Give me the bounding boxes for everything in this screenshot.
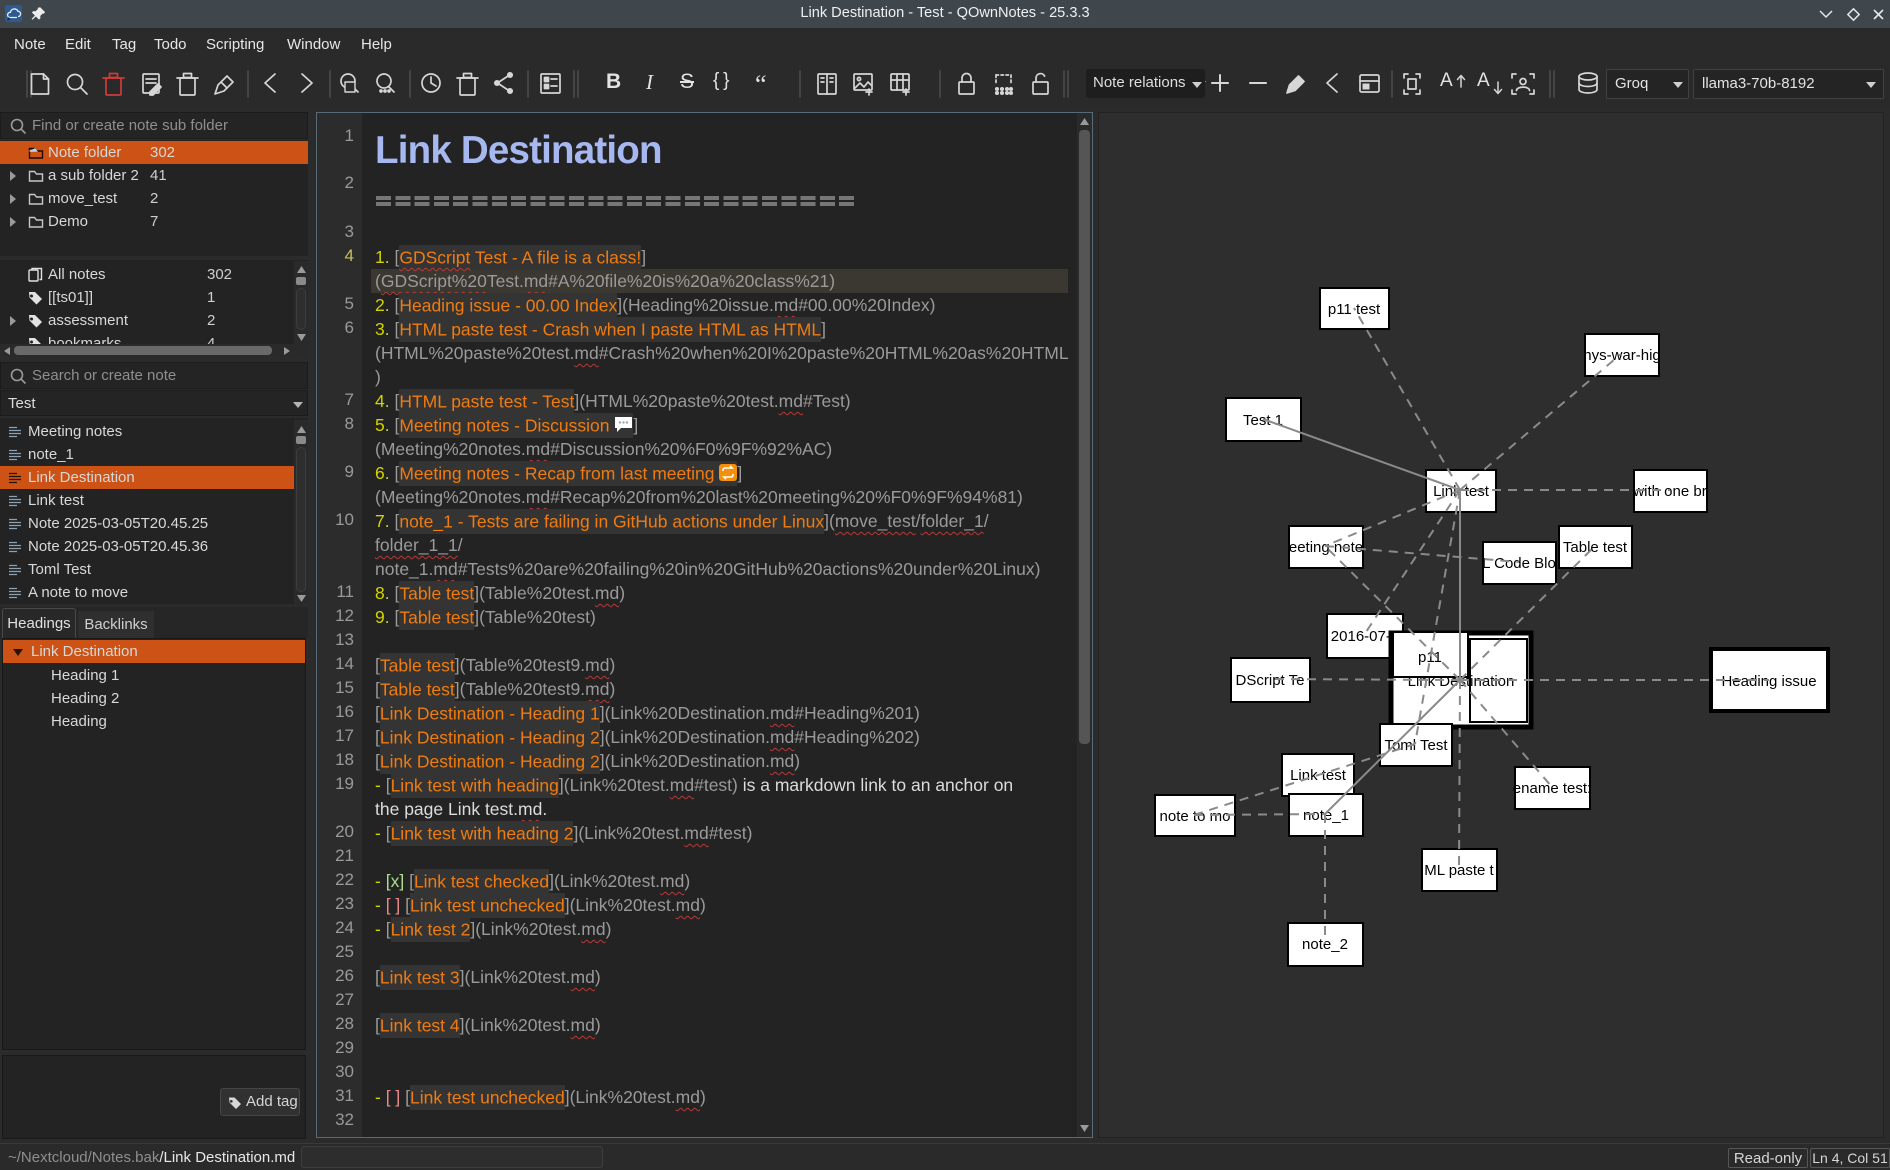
svg-text:L Code Blo: L Code Blo — [1482, 555, 1556, 572]
svg-text:eeting note: eeting note — [1289, 539, 1363, 556]
svg-text:with one br: with one br — [1632, 483, 1706, 500]
svg-text:note_2: note_2 — [1302, 936, 1348, 953]
svg-text:note to mo: note to mo — [1160, 808, 1231, 825]
svg-text:DScript Te: DScript Te — [1236, 672, 1305, 689]
svg-text:ename test:: ename test: — [1513, 780, 1591, 797]
svg-text:Test 1: Test 1 — [1243, 412, 1283, 429]
svg-text:hys-war-hig: hys-war-hig — [1583, 347, 1661, 364]
svg-text:2016-07-0: 2016-07-0 — [1331, 628, 1399, 645]
svg-text:Heading issue: Heading issue — [1721, 673, 1816, 690]
svg-text:Table test: Table test — [1563, 539, 1628, 556]
